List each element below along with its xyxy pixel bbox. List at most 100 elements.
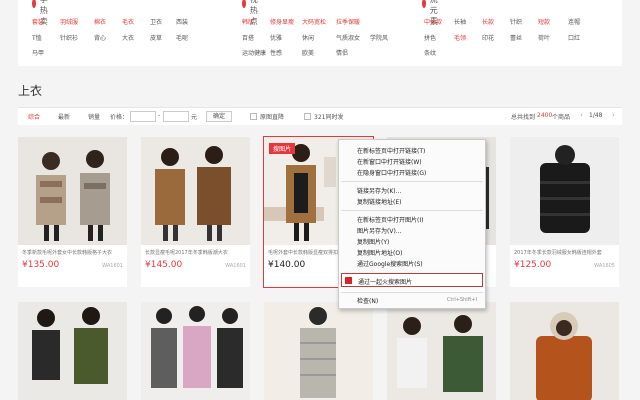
category-tag[interactable]: 毛呢: [176, 33, 188, 42]
menu-open-incognito[interactable]: 在隐身窗口中打开链接(G): [357, 168, 426, 177]
product-code: WA1605: [594, 263, 615, 269]
menu-inspect[interactable]: 检查(N): [357, 296, 378, 305]
menu-open-new-tab[interactable]: 在新标签页中打开链接(T): [357, 146, 425, 155]
category-tag[interactable]: 百搭: [242, 33, 254, 42]
category-tag[interactable]: 西装: [176, 17, 188, 26]
category-tag[interactable]: 中长款: [424, 17, 442, 26]
category-tag[interactable]: 套装: [32, 17, 44, 26]
product-price: ¥135.00: [22, 260, 60, 270]
category-tag[interactable]: 荷叶: [538, 33, 550, 42]
category-tag[interactable]: 毛领: [454, 33, 466, 42]
free-checkbox[interactable]: [250, 113, 257, 120]
category-tag[interactable]: 运动健康: [242, 48, 266, 57]
category-tag[interactable]: 背心: [94, 33, 106, 42]
product-image: [18, 302, 127, 400]
category-tag[interactable]: 条纹: [424, 48, 436, 57]
category-tag[interactable]: 欧美: [302, 48, 314, 57]
category-tag[interactable]: 长款: [482, 17, 494, 26]
product-name[interactable]: 2017年冬季长款羽绒服女韩版连帽外套: [514, 249, 615, 256]
total-suffix: 个商品: [552, 114, 571, 121]
category-icon: [242, 0, 246, 8]
product-image: [141, 137, 250, 245]
menu-copy-link[interactable]: 复制链接地址(E): [357, 197, 401, 206]
sort-all-button[interactable]: 综合: [28, 112, 40, 121]
product-photo[interactable]: [141, 302, 250, 400]
price-max-input[interactable]: [163, 111, 189, 122]
product-image: [18, 137, 127, 245]
category-tag[interactable]: 棉衣: [94, 17, 106, 26]
product-photo[interactable]: [141, 137, 250, 245]
prev-page-button[interactable]: ‹: [580, 111, 583, 119]
category-tag[interactable]: 大码宽松: [302, 17, 326, 26]
category-tag[interactable]: 毛衣: [122, 17, 134, 26]
next-page-button[interactable]: ›: [612, 111, 615, 119]
product-code: WA1601: [102, 263, 123, 269]
product-image: [141, 302, 250, 400]
product-photo[interactable]: [18, 137, 127, 245]
product-image: [264, 302, 373, 400]
category-tag[interactable]: 针织: [510, 17, 522, 26]
product-card[interactable]: [264, 302, 373, 400]
category-tag[interactable]: 卫衣: [150, 17, 162, 26]
category-tag[interactable]: 拉季保暖: [336, 17, 360, 26]
category-tag[interactable]: 蕾丝: [510, 33, 522, 42]
menu-yiqihuo-image-search[interactable]: 通过一起火搜索图片: [358, 277, 412, 286]
category-heading: 潮流元素: [422, 0, 443, 26]
category-tag[interactable]: 学院风: [370, 33, 388, 42]
product-card[interactable]: [510, 302, 619, 400]
category-icon: [32, 0, 36, 8]
product-name[interactable]: 冬季新款毛呢外套女中长款韩版格子大衣: [22, 249, 123, 256]
product-price: ¥140.00: [268, 260, 306, 270]
menu-open-image-tab[interactable]: 在新标签页中打开图片(I): [357, 215, 423, 224]
product-photo[interactable]: [387, 302, 496, 400]
menu-save-image[interactable]: 图片另存为(V)...: [357, 226, 402, 235]
context-menu: 在新标签页中打开链接(T) 在新窗口中打开链接(W) 在隐身窗口中打开链接(G)…: [338, 139, 486, 309]
menu-copy-image-address[interactable]: 复制图片地址(O): [357, 248, 402, 257]
product-card[interactable]: 冬季新款毛呢外套女中长款韩版格子大衣 ¥135.00 WA1601: [18, 137, 127, 287]
category-tag[interactable]: 连帽: [568, 17, 580, 26]
menu-open-new-window[interactable]: 在新窗口中打开链接(W): [357, 157, 422, 166]
category-tag[interactable]: 羽绒服: [60, 17, 78, 26]
category-tag[interactable]: 拼色: [424, 33, 436, 42]
sort-new-button[interactable]: 最新: [58, 112, 70, 121]
total-prefix: 总共找到: [511, 114, 536, 121]
category-tag[interactable]: 马甲: [32, 48, 44, 57]
menu-google-image-search[interactable]: 通过Google搜索图片(S): [357, 259, 423, 268]
category-tag[interactable]: 修身显瘦: [270, 17, 294, 26]
category-tag[interactable]: 优雅: [270, 33, 282, 42]
category-tag[interactable]: 性感: [270, 48, 282, 57]
page-indicator: 1/48: [589, 112, 603, 119]
category-tag[interactable]: 短款: [538, 17, 550, 26]
product-photo[interactable]: [18, 302, 127, 400]
category-tag[interactable]: 气质淑女: [336, 33, 360, 42]
category-tag[interactable]: 长袖: [454, 17, 466, 26]
product-image: [510, 302, 619, 400]
search-image-badge[interactable]: 搜图片: [269, 143, 296, 154]
menu-copy-image[interactable]: 复制图片(Y): [357, 237, 389, 246]
product-card[interactable]: [141, 302, 250, 400]
sort-sales-button[interactable]: 销量: [88, 112, 100, 121]
product-photo[interactable]: [510, 302, 619, 400]
category-tag[interactable]: T恤: [32, 33, 42, 42]
product-photo[interactable]: [510, 137, 619, 245]
category-tag[interactable]: 皮草: [150, 33, 162, 42]
price-min-input[interactable]: [130, 111, 156, 122]
category-tag[interactable]: 情侣: [336, 48, 348, 57]
product-name[interactable]: 长款显瘦毛呢2017年冬季韩版潮大衣: [145, 249, 246, 256]
product-card[interactable]: [387, 302, 496, 400]
category-tag[interactable]: 大衣: [122, 33, 134, 42]
category-tag[interactable]: 韩版: [242, 17, 254, 26]
product-card[interactable]: [18, 302, 127, 400]
price-confirm-button[interactable]: 确定: [206, 111, 232, 122]
return-checkbox[interactable]: [304, 113, 311, 120]
product-card[interactable]: 长款显瘦毛呢2017年冬季韩版潮大衣 ¥145.00 WA1601: [141, 137, 250, 287]
category-tag[interactable]: 休闲: [302, 33, 314, 42]
category-tag[interactable]: 印花: [482, 33, 494, 42]
product-photo[interactable]: [264, 302, 373, 400]
category-tag[interactable]: 口红: [568, 33, 580, 42]
category-tag[interactable]: 针织衫: [60, 33, 78, 42]
menu-save-link[interactable]: 链接另存为(K)...: [357, 186, 401, 195]
menu-item-highlighted[interactable]: 通过一起火搜索图片: [341, 273, 483, 287]
price-dash: -: [158, 112, 161, 119]
product-card[interactable]: 2017年冬季长款羽绒服女韩版连帽外套 ¥125.00 WA1605: [510, 137, 619, 287]
